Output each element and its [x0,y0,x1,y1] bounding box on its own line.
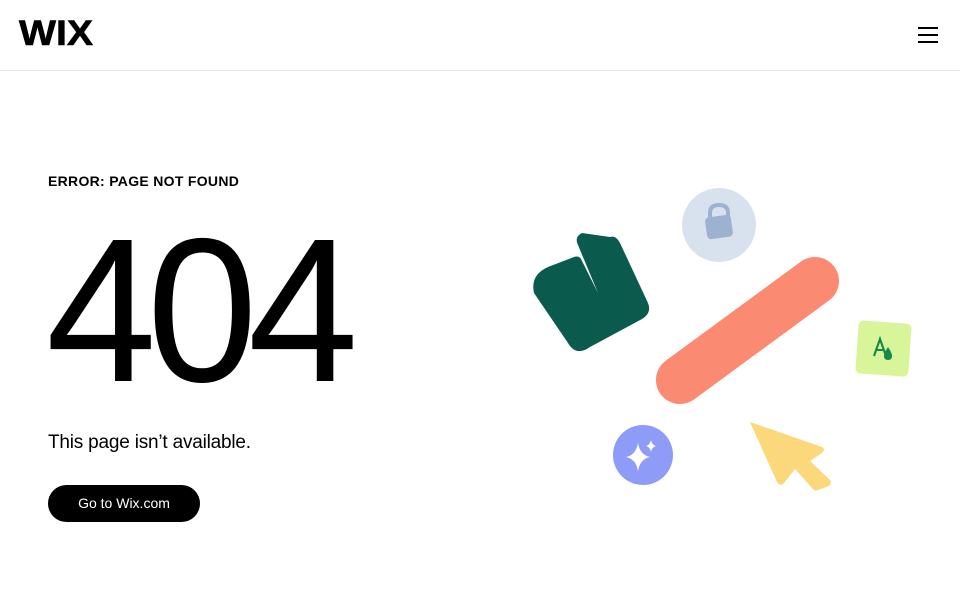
menu-line [918,27,938,29]
error-code: 404 [46,196,358,425]
salmon-pill-shape [656,257,839,404]
go-to-wix-button[interactable]: Go to Wix.com [48,485,200,522]
lock-icon [682,188,756,262]
cursor-arrow-icon [750,422,831,491]
wix-logo[interactable]: WIX [19,14,94,54]
sparkle-icon [613,425,673,485]
error-message: This page isn’t available. [48,432,251,453]
error-illustration [533,188,912,491]
site-header: WIX [0,0,960,71]
menu-line [918,34,938,36]
hamburger-menu-icon[interactable] [914,25,942,47]
error-label: ERROR: PAGE NOT FOUND [48,173,240,189]
text-color-icon [855,320,912,377]
menu-line [918,41,938,43]
dark-green-block-shape [533,233,650,352]
